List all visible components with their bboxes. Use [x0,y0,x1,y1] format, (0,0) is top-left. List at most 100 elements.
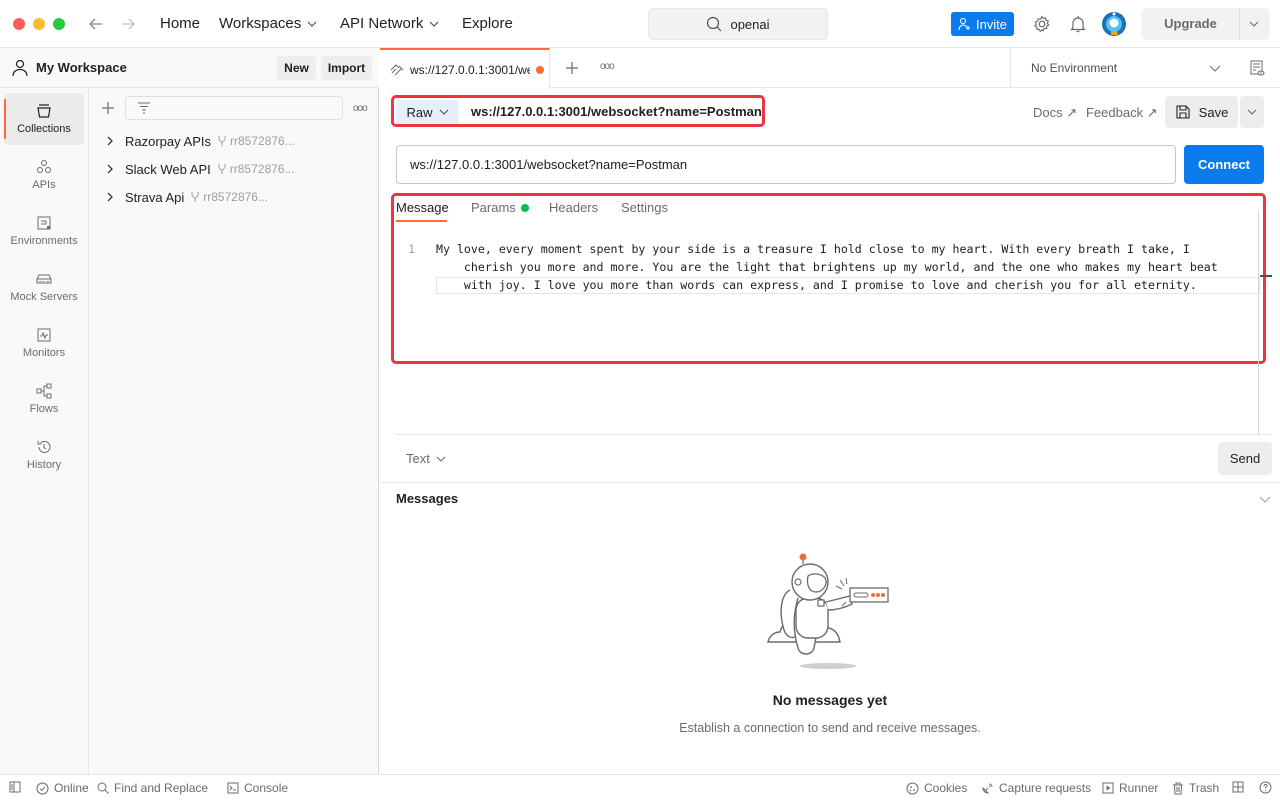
search-icon [97,782,109,794]
tab-options-icon[interactable]: ooo [600,61,615,72]
nav-api-network[interactable]: API Network [340,15,439,32]
help-icon[interactable] [1259,781,1272,794]
nav-explore[interactable]: Explore [462,15,513,32]
new-tab-plus-icon[interactable] [565,61,579,75]
history-icon [37,441,51,453]
chevron-down-icon [429,21,439,27]
monitors-icon [37,328,51,342]
editor-line: cherish you more and more. You are the l… [436,260,1218,274]
request-mode-dropdown[interactable]: Raw [396,100,459,124]
window-maximize-button[interactable] [53,18,65,30]
tab-label: Headers [549,200,599,215]
import-button[interactable]: Import [321,56,372,80]
unsaved-dot [536,65,544,74]
collection-item[interactable]: Slack Web API rr8572876... [105,158,294,180]
add-collection-icon[interactable] [101,101,115,115]
tab-params[interactable]: Params [471,200,529,215]
collapse-messages-chevron-icon[interactable] [1259,494,1271,504]
upgrade-button[interactable]: Upgrade [1142,8,1270,40]
chevron-right-icon[interactable] [105,164,115,174]
settings-gear-icon[interactable] [1033,15,1051,33]
new-button[interactable]: New [277,56,316,80]
fork-icon [218,164,226,174]
satellite-icon [982,783,993,794]
search-value: openai [730,16,770,32]
chevron-down-icon [1247,109,1257,115]
save-options-dropdown[interactable] [1240,96,1264,128]
nav-home[interactable]: Home [160,15,200,32]
runner-label: Runner [1119,781,1159,795]
check-circle-icon [36,782,49,794]
sidebar-item-environments[interactable]: Environments [4,205,84,257]
window-close-button[interactable] [13,18,25,30]
online-status[interactable]: Online [36,781,89,795]
feedback-link[interactable]: Feedback ↗ [1086,105,1158,121]
layout-toggle-icon[interactable] [1232,781,1244,793]
console-button[interactable]: Console [227,781,288,795]
invite-label: Invite [975,16,1008,32]
tab-headers[interactable]: Headers [549,200,598,215]
forward-arrow-icon[interactable] [120,16,136,32]
environment-quick-look-icon[interactable] [1249,60,1265,76]
nav-workspaces[interactable]: Workspaces [219,15,317,32]
astronaut-illustration [760,550,900,672]
save-button[interactable]: Save [1165,96,1238,128]
runner-button[interactable]: Runner [1102,781,1158,795]
find-replace-button[interactable]: Find and Replace [97,781,208,795]
notifications-bell-icon[interactable] [1070,15,1086,33]
send-button[interactable]: Send [1218,442,1272,475]
chevron-right-icon[interactable] [105,192,115,202]
console-icon [227,782,239,794]
window-minimize-button[interactable] [33,18,45,30]
connect-button[interactable]: Connect [1184,145,1264,184]
collections-icon [37,104,51,118]
message-editor[interactable]: My love, every moment spent by your side… [436,240,1258,294]
nav-explore-label: Explore [462,15,513,32]
message-format-dropdown[interactable]: Text [406,451,446,466]
resize-handle[interactable] [1260,275,1272,277]
url-input[interactable]: ws://127.0.0.1:3001/websocket?name=Postm… [396,145,1176,184]
collection-item[interactable]: Strava Api rr8572876... [105,186,268,208]
request-title[interactable]: ws://127.0.0.1:3001/websocket?name=Postm… [471,104,762,119]
line-number: 1 [408,242,415,256]
editor-line: My love, every moment spent by your side… [436,242,1190,256]
collection-item[interactable]: Razorpay APIs rr8572876... [105,130,295,152]
sidebar-item-apis[interactable]: APIs [4,149,84,201]
tab-settings[interactable]: Settings [621,200,668,215]
fork-info: rr8572876... [217,162,294,176]
invite-button[interactable]: Invite [951,12,1014,36]
collections-filter-input[interactable] [125,96,343,120]
runner-play-icon [1102,782,1114,794]
back-arrow-icon[interactable] [88,16,104,32]
chevron-down-icon[interactable] [1249,19,1259,29]
sidebar-item-label: Flows [29,403,59,415]
sidebar-item-label: Monitors [22,347,66,359]
divider [380,482,1280,483]
editor-scrollbar[interactable] [1258,210,1259,434]
save-label: Save [1198,104,1229,120]
sidebar-item-mock-servers[interactable]: Mock Servers [4,261,84,313]
nav-home-label: Home [160,15,201,32]
console-label: Console [244,781,289,795]
search-input[interactable]: openai [648,8,828,40]
sidebar-item-label: Collections [17,123,71,135]
cookies-button[interactable]: Cookies [906,781,967,795]
sidebar-item-flows[interactable]: Flows [4,373,84,425]
tab-message[interactable]: Message [396,200,449,215]
capture-requests-button[interactable]: Capture requests [981,781,1091,795]
sidebar-item-collections[interactable]: Collections [4,93,84,145]
collections-panel: ooo Razorpay APIs rr8572876... Slack Web… [89,88,379,774]
toggle-sidebar-icon[interactable] [9,781,21,793]
more-options-icon[interactable]: ooo [353,103,368,114]
chevron-right-icon[interactable] [105,136,115,146]
fork-label: rr8572876... [230,134,295,148]
tab-websocket-request[interactable]: ws://127.0.0.1:3001/wet [380,48,550,89]
sidebar-item-history[interactable]: History [4,429,84,481]
environments-icon [37,216,51,230]
docs-link[interactable]: Docs ↗ [1033,105,1077,121]
sidebar-item-monitors[interactable]: Monitors [4,317,84,369]
chevron-down-icon [307,21,317,27]
environment-selector[interactable]: No Environment [1010,48,1280,88]
user-avatar[interactable] [1101,11,1127,37]
trash-button[interactable]: Trash [1172,781,1219,795]
